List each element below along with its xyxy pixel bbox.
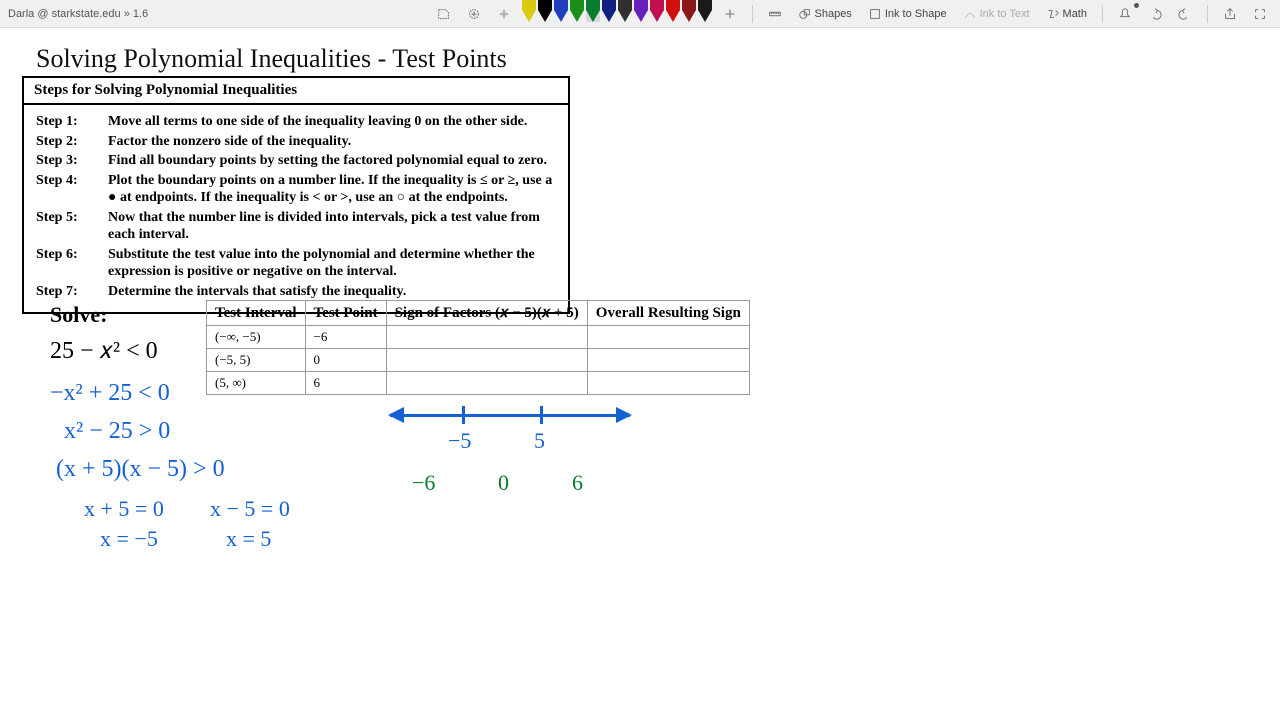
step-row-2: Step 2: Factor the nonzero side of the in… bbox=[36, 133, 556, 151]
pen-4[interactable] bbox=[586, 0, 600, 22]
pen-3[interactable] bbox=[570, 0, 584, 22]
step-num: Step 2: bbox=[36, 133, 90, 151]
table-cell-overall bbox=[587, 372, 749, 395]
solve-label: Solve: bbox=[50, 302, 107, 328]
math-button[interactable]: Math bbox=[1041, 5, 1092, 23]
table-cell-overall bbox=[587, 326, 749, 349]
table-header-0: Test Interval bbox=[207, 301, 306, 326]
table-cell-overall bbox=[587, 349, 749, 372]
step-num: Step 7: bbox=[36, 283, 90, 301]
pen-0[interactable] bbox=[522, 0, 536, 22]
test-point-neg6: −6 bbox=[412, 470, 435, 496]
shapes-label: Shapes bbox=[815, 8, 852, 20]
handwritten-step3: (x + 5)(x − 5) > 0 bbox=[56, 456, 225, 483]
pen-9[interactable] bbox=[666, 0, 680, 22]
step-num: Step 4: bbox=[36, 172, 90, 207]
solve-expression: 25 − 𝑥² < 0 bbox=[50, 338, 158, 365]
handwritten-step2: x² − 25 > 0 bbox=[64, 418, 170, 445]
undo-button[interactable] bbox=[1143, 5, 1167, 23]
pen-5[interactable] bbox=[602, 0, 616, 22]
step-row-7: Step 7: Determine the intervals that sati… bbox=[36, 283, 556, 301]
number-line-tick-5 bbox=[540, 406, 543, 424]
pen-11[interactable] bbox=[698, 0, 712, 22]
test-table: Test IntervalTest PointSign of Factors (… bbox=[206, 300, 750, 395]
number-line-axis bbox=[390, 414, 630, 417]
pen-6[interactable] bbox=[618, 0, 632, 22]
steps-heading: Steps for Solving Polynomial Inequalitie… bbox=[24, 78, 568, 105]
table-cell-interval: (5, ∞) bbox=[207, 372, 306, 395]
table-cell-sign bbox=[386, 349, 587, 372]
step-text: Now that the number line is divided into… bbox=[108, 209, 556, 244]
ink-to-text-button[interactable]: Ink to Text bbox=[958, 5, 1035, 23]
step-num: Step 6: bbox=[36, 246, 90, 281]
number-line-label-5: 5 bbox=[534, 428, 545, 454]
pen-10[interactable] bbox=[682, 0, 696, 22]
app-toolbar: Darla @ starkstate.edu » 1.6 Shapes Ink … bbox=[0, 0, 1280, 28]
number-line-label-neg5: −5 bbox=[448, 428, 471, 454]
user-crumb: Darla @ starkstate.edu » 1.6 bbox=[8, 8, 148, 20]
table-cell-point: 6 bbox=[305, 372, 386, 395]
pen-palette bbox=[522, 0, 712, 28]
step-num: Step 1: bbox=[36, 113, 90, 131]
table-cell-sign bbox=[386, 326, 587, 349]
insert-space-button[interactable] bbox=[462, 5, 486, 23]
table-cell-interval: (−5, 5) bbox=[207, 349, 306, 372]
add-pen-button[interactable] bbox=[718, 5, 742, 23]
ink-to-shape-label: Ink to Shape bbox=[885, 8, 947, 20]
table-row: (5, ∞)6 bbox=[207, 372, 750, 395]
handwritten-eq-b: x − 5 = 0 bbox=[210, 496, 290, 522]
table-cell-interval: (−∞, −5) bbox=[207, 326, 306, 349]
number-line-tick-neg5 bbox=[462, 406, 465, 424]
pen-1[interactable] bbox=[538, 0, 552, 22]
ink-to-shape-button[interactable]: Ink to Shape bbox=[863, 5, 952, 23]
table-row: (−∞, −5)−6 bbox=[207, 326, 750, 349]
notifications-button[interactable] bbox=[1113, 5, 1137, 23]
table-row: (−5, 5)0 bbox=[207, 349, 750, 372]
step-text: Determine the intervals that satisfy the… bbox=[108, 283, 556, 301]
test-point-0: 0 bbox=[498, 470, 509, 496]
ink-to-text-label: Ink to Text bbox=[980, 8, 1030, 20]
table-header-3: Overall Resulting Sign bbox=[587, 301, 749, 326]
pen-2[interactable] bbox=[554, 0, 568, 22]
share-button[interactable] bbox=[1218, 5, 1242, 23]
number-line: −5 5 bbox=[390, 398, 630, 448]
pen-8[interactable] bbox=[650, 0, 664, 22]
step-text: Substitute the test value into the polyn… bbox=[108, 246, 556, 281]
step-text: Move all terms to one side of the inequa… bbox=[108, 113, 556, 131]
step-row-3: Step 3: Find all boundary points by setti… bbox=[36, 152, 556, 170]
table-cell-point: −6 bbox=[305, 326, 386, 349]
steps-box: Steps for Solving Polynomial Inequalitie… bbox=[22, 76, 570, 314]
number-line-arrow-right bbox=[616, 407, 632, 423]
step-num: Step 3: bbox=[36, 152, 90, 170]
whiteboard-canvas[interactable]: Solving Polynomial Inequalities - Test P… bbox=[0, 28, 1280, 720]
step-row-6: Step 6: Substitute the test value into th… bbox=[36, 246, 556, 281]
handwritten-step1: −x² + 25 < 0 bbox=[50, 380, 170, 407]
step-row-5: Step 5: Now that the number line is divid… bbox=[36, 209, 556, 244]
table-header-2: Sign of Factors (𝑥 − 5)(𝑥 + 5) bbox=[386, 301, 587, 326]
lasso-select-button[interactable] bbox=[432, 5, 456, 23]
ruler-button[interactable] bbox=[763, 5, 787, 23]
shapes-button[interactable]: Shapes bbox=[793, 5, 857, 23]
page-title: Solving Polynomial Inequalities - Test P… bbox=[36, 44, 507, 74]
step-text: Factor the nonzero side of the inequalit… bbox=[108, 133, 556, 151]
math-label: Math bbox=[1063, 8, 1087, 20]
eraser-button[interactable] bbox=[492, 5, 516, 23]
notification-badge bbox=[1134, 3, 1139, 8]
handwritten-eq-a: x + 5 = 0 bbox=[84, 496, 164, 522]
step-row-1: Step 1: Move all terms to one side of the… bbox=[36, 113, 556, 131]
handwritten-sol-a: x = −5 bbox=[100, 526, 158, 552]
fullscreen-button[interactable] bbox=[1248, 5, 1272, 23]
step-num: Step 5: bbox=[36, 209, 90, 244]
table-cell-sign bbox=[386, 372, 587, 395]
step-row-4: Step 4: Plot the boundary points on a num… bbox=[36, 172, 556, 207]
table-cell-point: 0 bbox=[305, 349, 386, 372]
step-text: Plot the boundary points on a number lin… bbox=[108, 172, 556, 207]
redo-button[interactable] bbox=[1173, 5, 1197, 23]
step-text: Find all boundary points by setting the … bbox=[108, 152, 556, 170]
test-point-6: 6 bbox=[572, 470, 583, 496]
handwritten-sol-b: x = 5 bbox=[226, 526, 271, 552]
pen-7[interactable] bbox=[634, 0, 648, 22]
table-header-1: Test Point bbox=[305, 301, 386, 326]
